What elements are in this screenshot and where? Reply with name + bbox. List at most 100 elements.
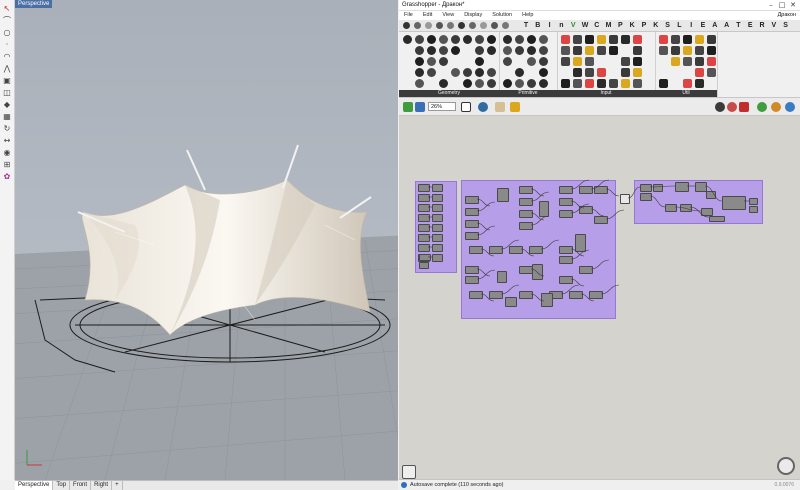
component-icon[interactable] xyxy=(527,57,536,66)
save-file-icon[interactable] xyxy=(415,102,425,112)
component-icon[interactable] xyxy=(707,68,716,77)
component-icon[interactable] xyxy=(439,46,448,55)
component-icon[interactable] xyxy=(695,35,704,44)
component-icon[interactable] xyxy=(451,68,460,77)
component-icon[interactable] xyxy=(439,57,448,66)
component-icon[interactable] xyxy=(695,57,704,66)
component-icon[interactable] xyxy=(527,79,536,88)
component-icon[interactable] xyxy=(403,35,412,44)
close-button[interactable]: ✕ xyxy=(788,0,798,10)
sketch-pen-icon[interactable] xyxy=(495,102,505,112)
minimize-button[interactable]: – xyxy=(766,0,776,10)
component-icon[interactable] xyxy=(573,79,582,88)
component-icon[interactable] xyxy=(683,79,692,88)
category-tab[interactable]: L xyxy=(674,20,684,31)
tab-shortcut-icon[interactable] xyxy=(502,22,509,29)
component-icon[interactable] xyxy=(597,46,606,55)
shaded-preview-icon[interactable] xyxy=(757,102,767,112)
category-tab[interactable]: A xyxy=(722,20,732,31)
panel-util-label[interactable]: Util xyxy=(655,90,717,97)
component-icon[interactable] xyxy=(585,57,594,66)
component-icon[interactable] xyxy=(597,68,606,77)
component-icon[interactable] xyxy=(515,46,524,55)
category-tab[interactable]: C xyxy=(592,20,602,31)
dimension-icon[interactable]: ↔ xyxy=(2,136,12,146)
component-icon[interactable] xyxy=(585,68,594,77)
tab-shortcut-icon[interactable] xyxy=(447,22,454,29)
category-tab[interactable]: K xyxy=(651,20,661,31)
component-icon[interactable] xyxy=(539,35,548,44)
component-icon[interactable] xyxy=(683,35,692,44)
component-icon[interactable] xyxy=(683,46,692,55)
component-icon[interactable] xyxy=(633,46,642,55)
component-icon[interactable] xyxy=(707,46,716,55)
circle-icon[interactable]: ○ xyxy=(2,28,12,38)
component-icon[interactable] xyxy=(503,79,512,88)
component-icon[interactable] xyxy=(475,57,484,66)
navigation-widget-icon[interactable] xyxy=(777,457,795,475)
component-icon[interactable] xyxy=(633,57,642,66)
component-icon[interactable] xyxy=(671,57,680,66)
component-icon[interactable] xyxy=(539,57,548,66)
category-tab[interactable]: M xyxy=(604,20,614,31)
component-icon[interactable] xyxy=(539,79,548,88)
component-icon[interactable] xyxy=(561,46,570,55)
category-tab[interactable]: P xyxy=(615,20,625,31)
tab-shortcut-icon[interactable] xyxy=(436,22,443,29)
tab-shortcut-icon[interactable] xyxy=(425,22,432,29)
menu-solution[interactable]: Solution xyxy=(487,11,517,20)
component-icon[interactable] xyxy=(487,46,496,55)
select-icon[interactable]: ↖ xyxy=(2,4,12,14)
component-icon[interactable] xyxy=(621,57,630,66)
category-tab[interactable]: E xyxy=(698,20,708,31)
component-icon[interactable] xyxy=(585,79,594,88)
category-tab[interactable]: T xyxy=(733,20,743,31)
surface-icon[interactable]: ◫ xyxy=(2,88,12,98)
arc-icon[interactable]: ◠ xyxy=(2,52,12,62)
component-icon[interactable] xyxy=(487,68,496,77)
component-icon[interactable] xyxy=(539,46,548,55)
component-icon[interactable] xyxy=(659,79,668,88)
component-icon[interactable] xyxy=(475,46,484,55)
point-icon[interactable]: · xyxy=(2,40,12,50)
category-tab[interactable]: I xyxy=(686,20,696,31)
tab-shortcut-icon[interactable] xyxy=(491,22,498,29)
tab-shortcut-icon[interactable] xyxy=(480,22,487,29)
component-icon[interactable] xyxy=(683,57,692,66)
category-tab[interactable]: R xyxy=(757,20,767,31)
component-icon[interactable] xyxy=(427,35,436,44)
transform-icon[interactable]: ↻ xyxy=(2,124,12,134)
component-icon[interactable] xyxy=(503,35,512,44)
component-icon[interactable] xyxy=(527,46,536,55)
solid-icon[interactable]: ◆ xyxy=(2,100,12,110)
component-icon[interactable] xyxy=(695,68,704,77)
box-icon[interactable]: ▣ xyxy=(2,76,12,86)
component-icon[interactable] xyxy=(633,68,642,77)
component-icon[interactable] xyxy=(475,79,484,88)
category-tab[interactable]: V xyxy=(568,20,578,31)
component-icon[interactable] xyxy=(609,35,618,44)
panel-input-label[interactable]: Input xyxy=(557,90,655,97)
component-icon[interactable] xyxy=(585,46,594,55)
render-icon[interactable]: ◉ xyxy=(2,148,12,158)
category-tab[interactable]: n xyxy=(556,20,566,31)
bake-icon[interactable] xyxy=(510,102,520,112)
polyline-icon[interactable]: ⋀ xyxy=(2,64,12,74)
menu-view[interactable]: View xyxy=(437,11,459,20)
curve-icon[interactable]: ⌒ xyxy=(2,16,12,26)
category-tab[interactable]: E xyxy=(745,20,755,31)
category-tab[interactable]: S xyxy=(781,20,791,31)
preview-eye-icon[interactable] xyxy=(478,102,488,112)
component-icon[interactable] xyxy=(695,79,704,88)
component-icon[interactable] xyxy=(633,79,642,88)
category-tab[interactable]: T xyxy=(521,20,531,31)
disable-preview-icon[interactable] xyxy=(727,102,737,112)
preview-mode-icon[interactable] xyxy=(715,102,725,112)
component-icon[interactable] xyxy=(475,68,484,77)
sketch-tool-icon[interactable] xyxy=(402,465,416,479)
tab-shortcut-icon[interactable] xyxy=(458,22,465,29)
component-icon[interactable] xyxy=(439,35,448,44)
component-icon[interactable] xyxy=(427,57,436,66)
component-icon[interactable] xyxy=(707,35,716,44)
mesh-icon[interactable]: ▦ xyxy=(2,112,12,122)
